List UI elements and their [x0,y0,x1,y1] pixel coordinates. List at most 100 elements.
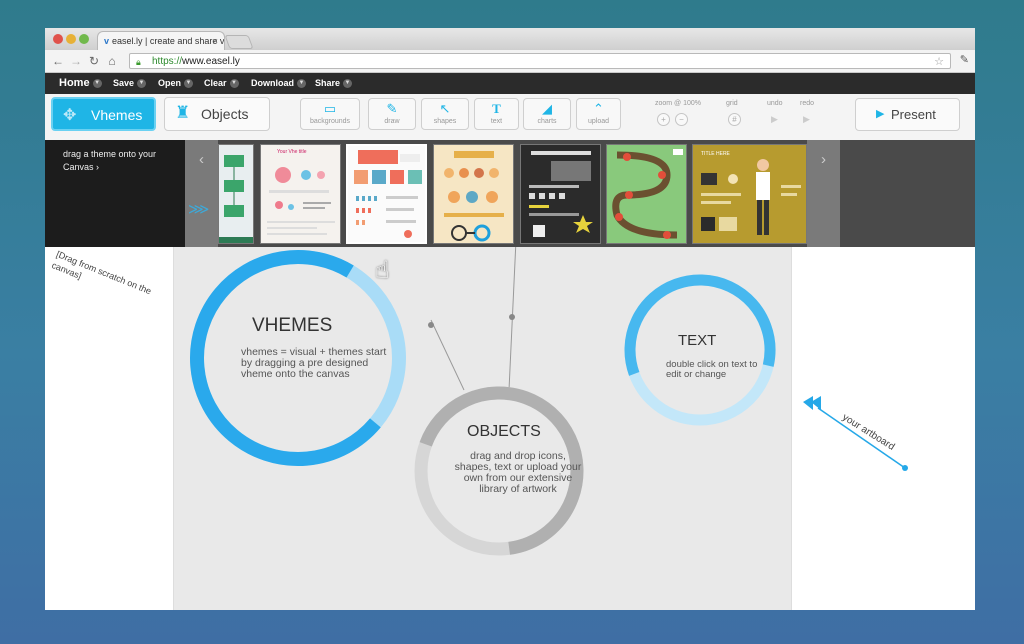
pencil-icon: ✎ [386,101,398,116]
drawer-hint-line1: drag a theme onto your [63,149,157,159]
close-window-button[interactable] [53,34,63,44]
drawer-prev-button[interactable]: ‹ [185,140,218,247]
minimize-window-button[interactable] [66,34,76,44]
menu-save[interactable]: Save ▼ [113,73,147,94]
browser-tab[interactable]: v easel.ly | create and share vis × [97,31,225,50]
menu-download[interactable]: Download ▼ [251,73,306,94]
home-icon[interactable]: ⌂ [105,53,119,69]
vhemes-body[interactable]: vhemes = visual + themes start by draggi… [241,347,396,380]
menu-clear-label: Clear [204,78,227,88]
reload-icon[interactable]: ↻ [87,53,101,69]
connector-dot [509,314,515,320]
connector-dot [428,322,434,328]
chevron-down-icon: ▼ [229,79,239,89]
objects-title[interactable]: OBJECTS [467,423,541,441]
chevron-down-icon: ▼ [297,79,306,89]
menu-open-label: Open [158,78,182,88]
redo-icon[interactable]: ▶ [803,114,810,125]
theme-preview [529,151,593,237]
tool-shapes[interactable]: ↖ shapes [421,98,469,130]
text-body[interactable]: double click on text to edit or change [666,360,766,380]
zoom-in-button[interactable]: + [657,113,670,126]
menu-save-label: Save [113,78,135,88]
vhemes-icon: ✥ [63,107,77,124]
vhemes-label: Vhemes [91,107,143,123]
chevron-right-icon: › [821,151,826,168]
theme-thumb[interactable] [433,144,514,244]
browser-navbar: ← → ↻ ⌂ 🔒︎ https://www.easel.ly ☆ ✎ [45,50,975,73]
vhemes-button[interactable]: ✥ Vhemes [51,97,156,131]
tool-charts[interactable]: ◢ charts [523,98,571,130]
artboard-line [817,407,906,469]
tool-shapes-label: shapes [433,118,457,125]
url-scheme: https:// [152,56,183,67]
theme-thumb[interactable]: TITLE HERE [692,144,807,244]
chevron-down-icon: ▼ [343,79,353,89]
objects-button[interactable]: ♜ Objects [164,97,270,131]
tool-backgrounds-label: backgrounds [309,118,351,125]
address-bar[interactable]: 🔒︎ https://www.easel.ly ☆ [129,53,951,69]
theme-thumb-title: Your Vhe title [277,149,307,155]
backgrounds-icon: ▭ [323,101,337,116]
theme-preview [354,150,422,238]
artboard-dot [902,465,908,471]
chevron-down-icon: ▼ [92,78,102,88]
connector-line [430,319,465,391]
drawer-hint: drag a theme onto your Canvas › [63,148,183,174]
wrench-icon[interactable]: ✎ [960,53,969,66]
drawer-next-button[interactable]: › [807,140,840,247]
vhemes-title[interactable]: VHEMES [252,315,332,337]
tool-charts-label: charts [537,118,557,125]
back-arrow-icon[interactable]: ← [51,53,65,69]
theme-thumb-selected[interactable] [346,144,427,244]
menu-clear[interactable]: Clear ▼ [204,73,239,94]
forward-arrow-icon[interactable]: → [69,53,83,69]
browser-window: v easel.ly | create and share vis × ← → ↻… [45,28,975,610]
menu-share[interactable]: Share ▼ [315,73,353,94]
menu-home[interactable]: Home ▼ [59,73,102,94]
arrow-icon: ↖ [439,101,451,116]
theme-thumb[interactable] [520,144,601,244]
text-title[interactable]: TEXT [678,332,716,349]
grid-toggle-button[interactable]: # [728,113,741,126]
theme-preview [444,151,504,242]
tool-text[interactable]: T text [474,98,519,130]
tool-backgrounds[interactable]: ▭ backgrounds [300,98,360,130]
theme-thumb-title: TITLE HERE [701,151,730,157]
theme-preview [612,149,683,239]
present-button[interactable]: ▶ Present [855,98,960,131]
objects-body[interactable]: drag and drop icons, shapes, text or upl… [452,451,584,495]
app-toolbar: ✥ Vhemes ♜ Objects ▭ backgrounds ✎ draw … [45,94,975,141]
bookmark-star-icon[interactable]: ☆ [934,54,944,70]
menu-download-label: Download [251,78,294,88]
text-ring [624,274,776,426]
objects-label: Objects [201,106,249,122]
theme-thumb[interactable] [606,144,687,244]
tool-draw[interactable]: ✎ draw [368,98,416,130]
zoom-out-button[interactable]: − [675,113,688,126]
tool-text-label: text [490,118,503,125]
redo-label: redo [800,100,815,107]
theme-preview [267,167,335,235]
upload-icon: ⌃ [593,101,604,116]
tool-upload[interactable]: ⌃ upload [576,98,621,130]
theme-thumb[interactable]: Your Vhe title [260,144,341,244]
drawer-hint-line2[interactable]: Canvas › [63,161,183,174]
chevron-down-icon: ▼ [184,79,194,89]
play-icon: ▶ [876,108,885,120]
lock-icon: 🔒︎ [136,57,141,67]
chart-icon: ◢ [542,101,552,116]
tab-close-icon[interactable]: × [213,32,218,50]
theme-preview [701,159,801,235]
new-tab-button[interactable] [224,35,254,49]
theme-preview [219,155,253,243]
present-label: Present [891,107,936,122]
menu-home-label: Home [59,77,90,89]
undo-icon[interactable]: ▶ [771,114,778,125]
left-annotation: [Drag from scratch on the canvas] [50,248,153,297]
menu-share-label: Share [315,78,341,88]
theme-thumb[interactable] [218,144,254,244]
side-logo-icon: ⋙ [188,201,210,218]
menu-open[interactable]: Open ▼ [158,73,194,94]
maximize-window-button[interactable] [79,34,89,44]
